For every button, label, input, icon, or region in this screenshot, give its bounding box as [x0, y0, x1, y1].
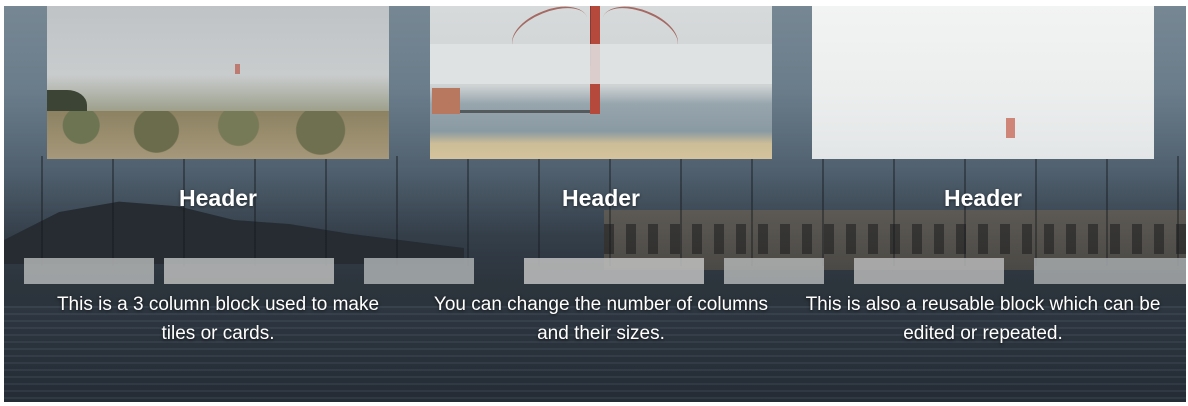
column-2-header: Header: [562, 185, 640, 211]
column-2-text: You can change the number of columns and…: [433, 294, 769, 344]
three-column-block: Header This is a 3 column block used to …: [4, 6, 1186, 402]
column-2: Header You can change the number of colu…: [430, 6, 772, 402]
column-1-text: This is a 3 column block used to make ti…: [56, 294, 380, 344]
column-1-image: [47, 6, 389, 159]
column-3-text: This is also a reusable block which can …: [805, 294, 1161, 344]
column-1-header: Header: [179, 185, 257, 211]
column-1: Header This is a 3 column block used to …: [47, 6, 389, 402]
column-3: Header This is also a reusable block whi…: [806, 6, 1160, 402]
column-3-header: Header: [944, 185, 1022, 211]
column-3-image: [812, 6, 1154, 159]
column-2-image: [430, 6, 772, 159]
